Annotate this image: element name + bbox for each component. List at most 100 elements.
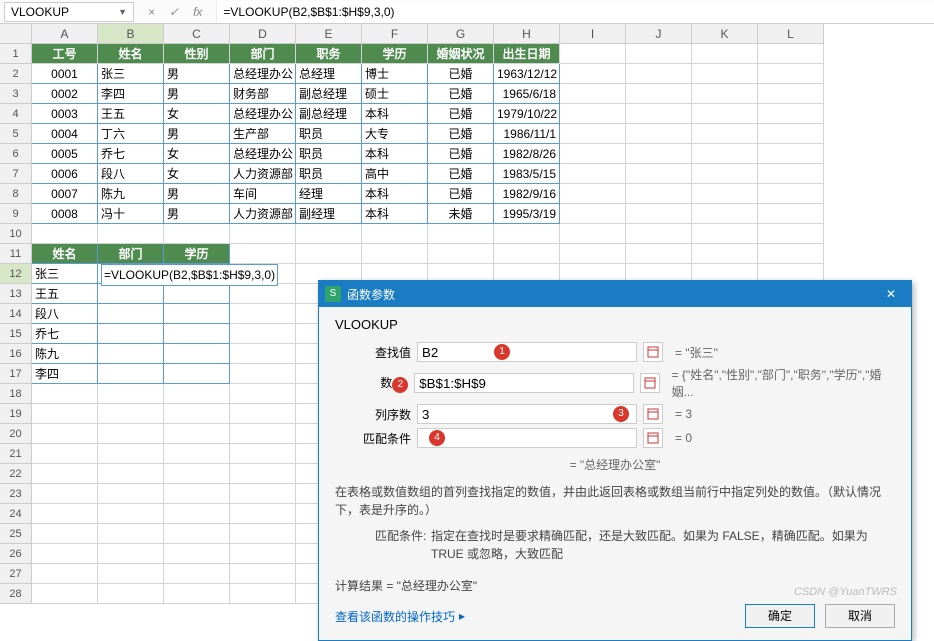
empty-cell[interactable] <box>428 224 494 244</box>
empty-cell[interactable] <box>758 164 824 184</box>
cancel-button[interactable]: 取消 <box>825 604 895 628</box>
row-header[interactable]: 26 <box>0 544 32 564</box>
table-cell[interactable]: 总经理办公 <box>230 64 296 84</box>
row-header[interactable]: 21 <box>0 444 32 464</box>
table-cell[interactable]: 副总经理 <box>296 84 362 104</box>
empty-cell[interactable] <box>98 464 164 484</box>
empty-cell[interactable] <box>626 244 692 264</box>
empty-cell[interactable] <box>560 44 626 64</box>
table-cell[interactable]: 大专 <box>362 124 428 144</box>
table-cell[interactable]: 男 <box>164 84 230 104</box>
empty-cell[interactable] <box>692 184 758 204</box>
ok-button[interactable]: 确定 <box>745 604 815 628</box>
empty-cell[interactable] <box>230 404 296 424</box>
empty-cell[interactable] <box>230 444 296 464</box>
empty-cell[interactable] <box>230 244 296 264</box>
empty-cell[interactable] <box>560 204 626 224</box>
empty-cell[interactable] <box>164 444 230 464</box>
table-cell[interactable]: 女 <box>164 104 230 124</box>
empty-cell[interactable] <box>758 44 824 64</box>
row-header[interactable]: 27 <box>0 564 32 584</box>
empty-cell[interactable] <box>626 104 692 124</box>
empty-cell[interactable] <box>164 384 230 404</box>
empty-cell[interactable] <box>758 84 824 104</box>
table-cell[interactable]: 1982/9/16 <box>494 184 560 204</box>
empty-cell[interactable] <box>164 564 230 584</box>
param-input-col-index[interactable] <box>417 404 637 424</box>
lookup-name-cell[interactable]: 陈九 <box>32 344 98 364</box>
row-header[interactable]: 2 <box>0 64 32 84</box>
empty-cell[interactable] <box>626 64 692 84</box>
row-header[interactable]: 20 <box>0 424 32 444</box>
table-header-cell[interactable]: 婚姻状况 <box>428 44 494 64</box>
empty-cell[interactable] <box>230 544 296 564</box>
table-cell[interactable]: 车间 <box>230 184 296 204</box>
ref-selector-icon[interactable] <box>643 342 663 362</box>
empty-cell[interactable] <box>98 584 164 604</box>
table-header-cell[interactable]: 性别 <box>164 44 230 64</box>
table-header-cell[interactable]: 姓名 <box>98 44 164 64</box>
lookup-name-cell[interactable]: 段八 <box>32 304 98 324</box>
empty-cell[interactable] <box>626 164 692 184</box>
empty-cell[interactable] <box>230 464 296 484</box>
empty-cell[interactable] <box>296 224 362 244</box>
empty-cell[interactable] <box>32 524 98 544</box>
row-header[interactable]: 10 <box>0 224 32 244</box>
table-cell[interactable]: 0003 <box>32 104 98 124</box>
empty-cell[interactable] <box>362 244 428 264</box>
table-cell[interactable]: 总经理办公 <box>230 104 296 124</box>
table-cell[interactable]: 已婚 <box>428 184 494 204</box>
empty-cell[interactable] <box>164 484 230 504</box>
row-header[interactable]: 19 <box>0 404 32 424</box>
table-cell[interactable]: 1986/11/1 <box>494 124 560 144</box>
lookup-cell[interactable] <box>164 284 230 304</box>
formula-input[interactable]: =VLOOKUP(B2,$B$1:$H$9,3,0) <box>216 1 934 23</box>
table-cell[interactable]: 0008 <box>32 204 98 224</box>
col-header[interactable]: L <box>758 24 824 44</box>
empty-cell[interactable] <box>758 144 824 164</box>
row-header[interactable]: 9 <box>0 204 32 224</box>
row-header[interactable]: 16 <box>0 344 32 364</box>
table-cell[interactable]: 男 <box>164 124 230 144</box>
row-header[interactable]: 25 <box>0 524 32 544</box>
row-header[interactable]: 11 <box>0 244 32 264</box>
table-cell[interactable]: 经理 <box>296 184 362 204</box>
table-cell[interactable]: 副总经理 <box>296 104 362 124</box>
empty-cell[interactable] <box>230 524 296 544</box>
empty-cell[interactable] <box>692 244 758 264</box>
empty-cell[interactable] <box>230 224 296 244</box>
empty-cell[interactable] <box>164 504 230 524</box>
lookup-cell[interactable] <box>98 344 164 364</box>
row-header[interactable]: 15 <box>0 324 32 344</box>
table-cell[interactable]: 总经理 <box>296 64 362 84</box>
table-cell[interactable]: 已婚 <box>428 164 494 184</box>
table-cell[interactable]: 人力资源部 <box>230 164 296 184</box>
dialog-titlebar[interactable]: S 函数参数 ✕ <box>319 281 911 307</box>
empty-cell[interactable] <box>692 84 758 104</box>
fx-icon[interactable]: fx <box>193 5 202 19</box>
empty-cell[interactable] <box>230 364 296 384</box>
empty-cell[interactable] <box>98 564 164 584</box>
row-header[interactable]: 7 <box>0 164 32 184</box>
lookup-cell[interactable] <box>164 324 230 344</box>
empty-cell[interactable] <box>626 184 692 204</box>
table-cell[interactable]: 0002 <box>32 84 98 104</box>
empty-cell[interactable] <box>98 544 164 564</box>
help-link[interactable]: 查看该函数的操作技巧 ▸ <box>335 608 465 625</box>
lookup-header-cell[interactable]: 姓名 <box>32 244 98 264</box>
empty-cell[interactable] <box>164 404 230 424</box>
empty-cell[interactable] <box>32 444 98 464</box>
col-header[interactable]: H <box>494 24 560 44</box>
lookup-cell[interactable] <box>98 364 164 384</box>
row-header[interactable]: 3 <box>0 84 32 104</box>
empty-cell[interactable] <box>98 504 164 524</box>
lookup-name-cell[interactable]: 乔七 <box>32 324 98 344</box>
empty-cell[interactable] <box>494 244 560 264</box>
lookup-cell[interactable] <box>164 304 230 324</box>
table-cell[interactable]: 生产部 <box>230 124 296 144</box>
table-cell[interactable]: 张三 <box>98 64 164 84</box>
table-cell[interactable]: 乔七 <box>98 144 164 164</box>
empty-cell[interactable] <box>626 84 692 104</box>
empty-cell[interactable] <box>230 284 296 304</box>
empty-cell[interactable] <box>362 224 428 244</box>
